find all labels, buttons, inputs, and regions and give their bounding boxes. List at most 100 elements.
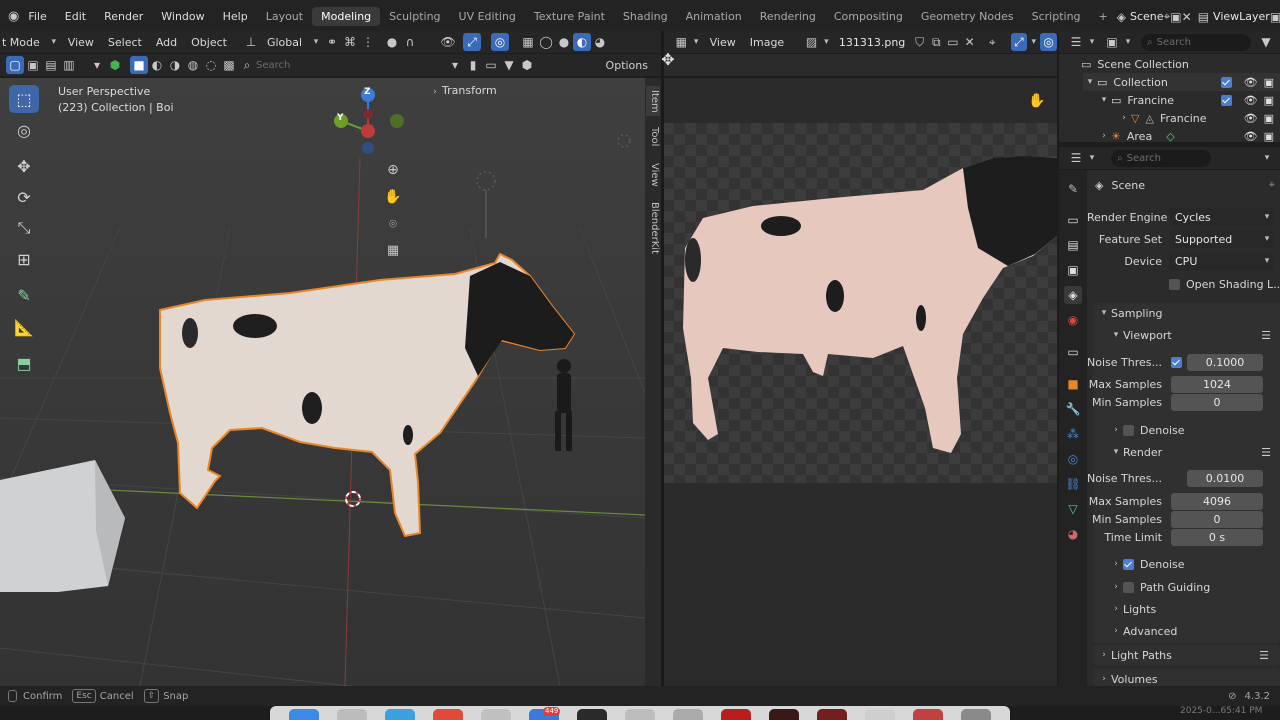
duplicate-image-icon[interactable]: ⧉ [928,33,945,51]
output-tab-icon[interactable]: ▤ [1064,236,1082,254]
object-tab-icon[interactable]: ■ [1064,375,1082,393]
camera-icon[interactable]: ⌾ [384,215,402,233]
orientation-selector[interactable]: Global [260,36,309,49]
zoom-icon[interactable]: ⊕ [384,161,402,179]
filter-mesh-icon[interactable]: ■ [130,56,148,74]
overlays-toggle-icon[interactable]: ◎ [491,33,510,51]
time-limit-field[interactable]: 0 s [1171,529,1263,546]
rotate-tool[interactable]: ⟳ [9,183,39,211]
close-icon[interactable]: ✕ [961,33,978,51]
data-tab-icon[interactable]: ▽ [1064,500,1082,518]
render-subpanel-header[interactable]: ▾ Render ☰ [1109,443,1277,461]
tab-texture-paint[interactable]: Texture Paint [525,7,614,26]
render-denoise-checkbox[interactable] [1123,558,1134,570]
constraints-tab-icon[interactable]: ⛓ [1064,475,1082,493]
list-icon[interactable]: ☰ [1259,649,1269,662]
app-icon[interactable] [577,709,607,720]
properties-icon[interactable]: ☰ [1067,149,1085,167]
move-tool[interactable]: ✥ [9,152,39,180]
outliner-search-input[interactable]: ⌕ Search [1141,33,1251,51]
measure-tool[interactable]: 📐 [9,313,39,341]
render-engine-dropdown[interactable]: Cycles ▾ [1169,208,1274,226]
chevron-down-icon[interactable]: ▾ [1260,153,1274,163]
open-image-icon[interactable]: ▭ [945,33,962,51]
eye-icon[interactable]: 👁 [1244,112,1258,125]
light-paths-panel-header[interactable]: › Light Paths ☰ [1097,646,1275,664]
camera-icon[interactable]: ▣ [1264,130,1274,143]
snap-target-icon[interactable]: ⋮ [359,33,377,51]
outliner-item-collection[interactable]: ▾ ▭ Collection 👁 ▣ [1083,73,1280,91]
new-view-layer-icon[interactable]: ▣ [1270,8,1280,26]
pin-icon[interactable]: ⌖ [1269,178,1275,192]
device-dropdown[interactable]: CPU ▾ [1169,252,1274,270]
pivot-icon[interactable]: ⚭ [323,33,341,51]
volumes-panel-header[interactable]: › Volumes [1097,670,1157,686]
pin-icon[interactable]: ⌖ [984,33,1001,51]
wireframe-shading-icon[interactable]: ◯ [537,33,555,51]
tab-sculpting[interactable]: Sculpting [380,7,449,26]
render-tab-icon[interactable]: ▭ [1064,211,1082,229]
app-icon[interactable] [337,709,367,720]
lights-subpanel[interactable]: › Lights [1109,600,1156,618]
hand-icon[interactable]: ✋ [384,188,402,206]
navigation-gizmo[interactable]: Z Y [332,86,408,162]
menu-image[interactable]: Image [743,36,791,49]
mail-icon[interactable]: 449 [529,707,561,720]
material-tab-icon[interactable]: ◕ [1064,525,1082,543]
pin-icon[interactable]: ⌖ [1164,8,1171,26]
menu-render[interactable]: Render [95,10,152,23]
filter-other-icon[interactable]: ◌ [202,56,220,74]
viewport-denoise-subpanel[interactable]: › Denoise [1109,421,1184,439]
chevron-down-icon[interactable]: ▾ [88,56,106,74]
render-noise-field[interactable]: 0.0100 [1187,470,1263,487]
eye-icon[interactable]: 👁 [1244,130,1258,143]
snap-icon[interactable]: ⌘ [341,33,359,51]
open-shading-checkbox[interactable] [1169,278,1180,290]
menu-object[interactable]: Object [184,36,234,49]
display-mode-icon[interactable]: ▣ [1103,33,1121,51]
app-icon[interactable] [961,709,991,720]
tab-shading[interactable]: Shading [614,7,677,26]
tab-layout[interactable]: Layout [257,7,312,26]
eye-icon[interactable]: 👁 [1244,76,1258,89]
render-max-samples-field[interactable]: 4096 [1171,493,1263,510]
app-icon[interactable] [817,709,847,720]
viewport-denoise-checkbox[interactable] [1123,424,1134,436]
physics-tab-icon[interactable]: ◎ [1064,450,1082,468]
menu-help[interactable]: Help [214,10,257,23]
viewport-subpanel-header[interactable]: ▾ Viewport ☰ [1109,326,1277,344]
collection-tab-icon[interactable]: ▭ [1064,343,1082,361]
viewport-search-input[interactable]: Search [256,60,446,71]
viewport-max-samples-field[interactable]: 1024 [1171,376,1263,393]
include-checkbox[interactable] [1220,94,1232,106]
menu-image-view[interactable]: View [703,36,743,49]
add-cube-tool[interactable]: ⬒ [9,349,39,377]
outliner-item-francine[interactable]: ▾ ▭ Francine 👁 ▣ [1097,91,1280,109]
tab-animation[interactable]: Animation [677,7,751,26]
annotate-tool[interactable]: ✎ [9,281,39,309]
options-button[interactable]: Options [606,59,648,72]
shield-icon[interactable]: ⬢ [518,56,536,74]
transform-panel-header[interactable]: › Transform [428,84,497,97]
select-mode-new-icon[interactable]: ▢ [6,56,24,74]
tab-modeling[interactable]: Modeling [312,7,381,26]
camera-icon[interactable]: ▣ [1264,112,1274,125]
properties-search-input[interactable]: ⌕ Search [1111,149,1211,167]
cursor-tool[interactable]: ◎ [9,116,39,144]
camera-icon[interactable]: ▣ [1264,94,1274,107]
filter-icon[interactable]: ▼ [500,56,518,74]
select-box-tool[interactable]: ⬚ [9,85,39,113]
tab-rendering[interactable]: Rendering [751,7,825,26]
image-editor-view[interactable]: ⊕ ✋ [663,78,1057,686]
object-color-icon[interactable]: ⬢ [106,56,124,74]
tab-geometry-nodes[interactable]: Geometry Nodes [912,7,1023,26]
hand-icon[interactable]: ✋ [1028,92,1046,110]
outliner-item-area[interactable]: › ☀ Area ◇ 👁 ▣ [1097,127,1280,145]
app-icon[interactable] [721,709,751,720]
feature-set-dropdown[interactable]: Supported ▾ [1169,230,1274,248]
path-guiding-checkbox[interactable] [1123,581,1134,593]
grid-icon[interactable]: ▦ [384,241,402,259]
include-checkbox[interactable] [1220,76,1232,88]
chrome-icon[interactable] [433,709,463,720]
outliner-item-francine-mesh[interactable]: › ▽ ◬ Francine 👁 ▣ [1117,109,1280,127]
